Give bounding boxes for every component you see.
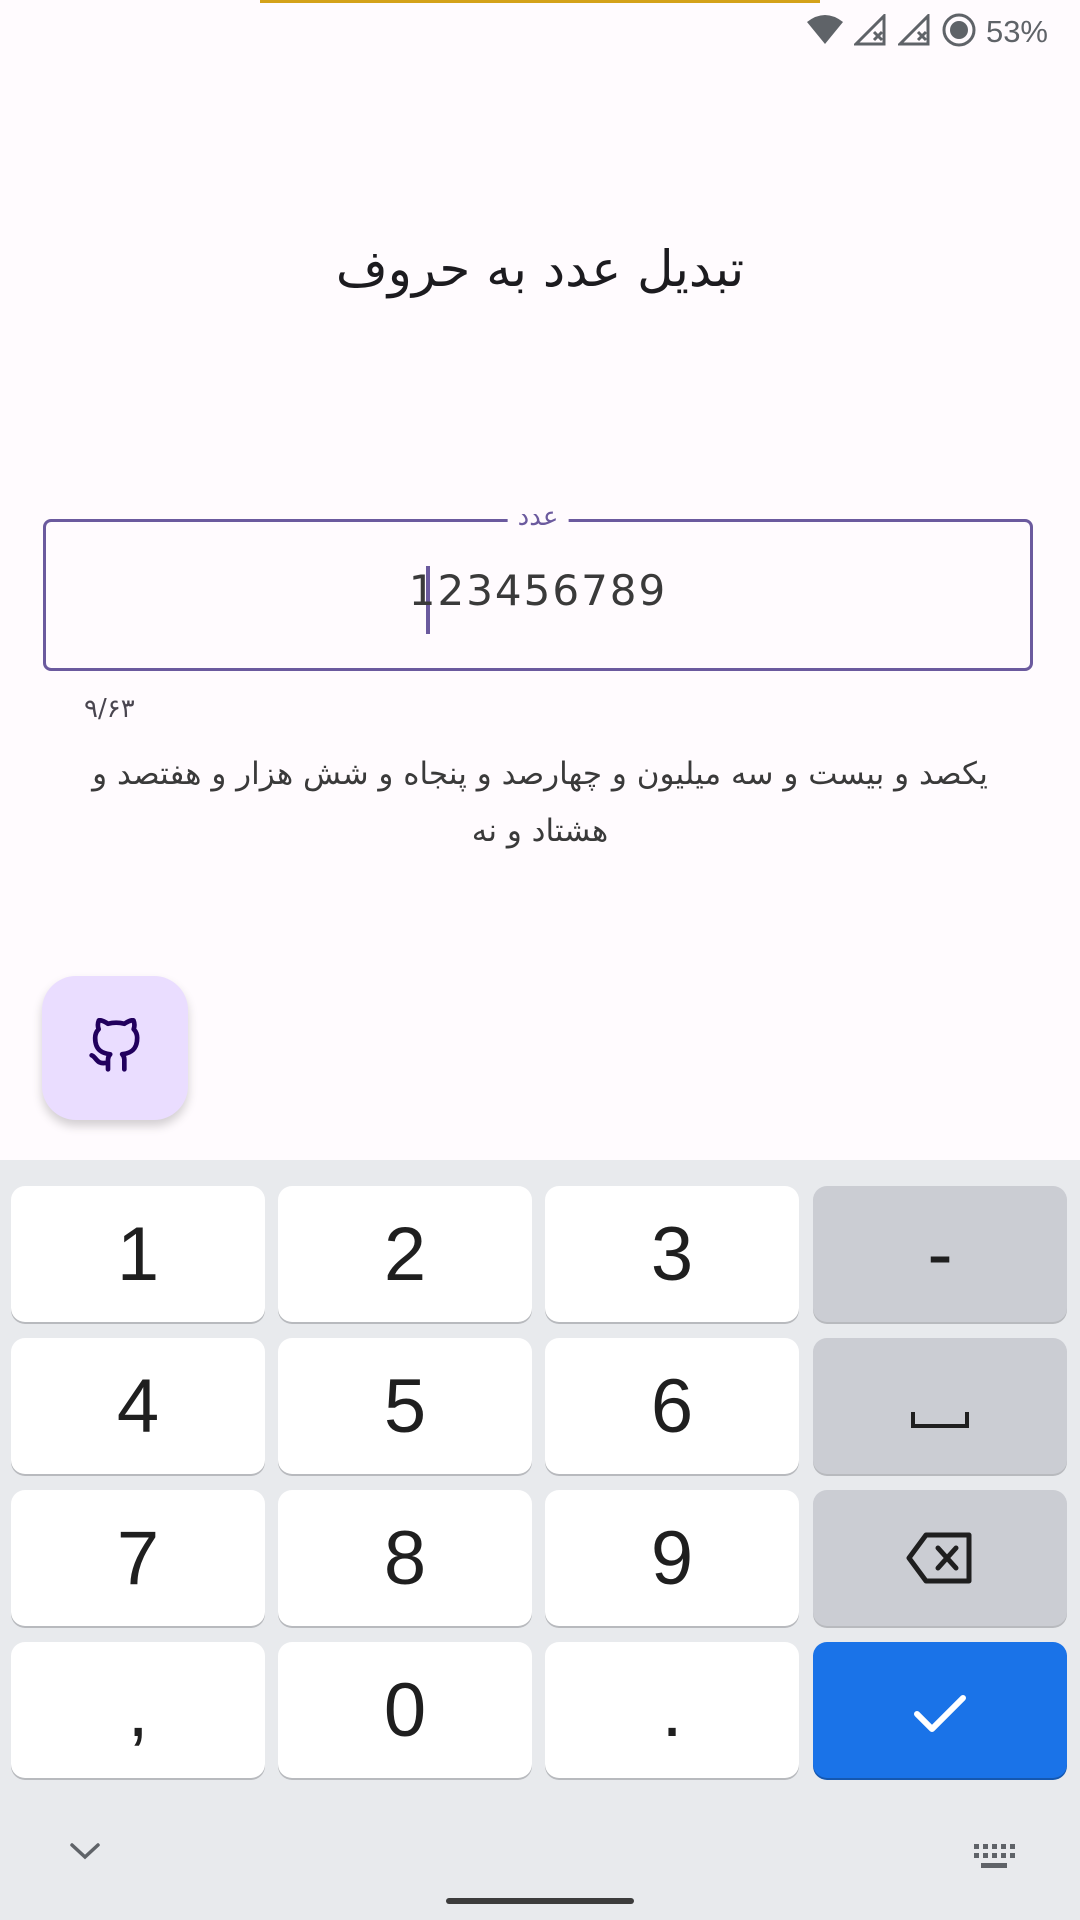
dnd-icon <box>942 13 976 51</box>
key-backspace[interactable] <box>813 1490 1067 1626</box>
github-icon <box>87 1017 143 1078</box>
backspace-icon <box>906 1515 974 1602</box>
top-accent-line <box>260 0 820 3</box>
number-field-label: عدد <box>507 502 569 532</box>
signal-off-icon <box>896 12 932 50</box>
key-2[interactable]: 2 <box>278 1186 532 1322</box>
key-6[interactable]: 6 <box>545 1338 799 1474</box>
key-period[interactable]: . <box>545 1642 799 1778</box>
key-4[interactable]: 4 <box>11 1338 265 1474</box>
wifi-icon <box>806 14 844 50</box>
keyboard-icon[interactable] <box>972 1842 1016 1874</box>
number-input-value[interactable]: 123456789 <box>46 566 1030 615</box>
character-counter: ۹/۶۳ <box>84 694 135 724</box>
signal-off-icon <box>852 12 888 50</box>
result-words-text: یکصد و بیست و سه میلیون و چهارصد و پنجاه… <box>92 756 988 849</box>
key-minus[interactable]: - <box>813 1186 1067 1322</box>
key-1[interactable]: 1 <box>11 1186 265 1322</box>
key-3[interactable]: 3 <box>545 1186 799 1322</box>
key-8[interactable]: 8 <box>278 1490 532 1626</box>
space-icon <box>910 1363 970 1450</box>
key-space[interactable] <box>813 1338 1067 1474</box>
page-title: تبدیل عدد به حروف <box>335 240 745 298</box>
chevron-down-icon[interactable] <box>68 1840 102 1866</box>
key-comma[interactable]: , <box>11 1642 265 1778</box>
number-input-field[interactable]: عدد 123456789 <box>43 502 1033 671</box>
numeric-keyboard: 1 2 3 - 4 5 6 7 8 9 , 0 . <box>0 1160 1080 1920</box>
key-9[interactable]: 9 <box>545 1490 799 1626</box>
gesture-nav-handle[interactable] <box>446 1898 634 1904</box>
status-bar: 53% <box>806 12 1048 52</box>
key-done[interactable] <box>813 1642 1067 1778</box>
key-5[interactable]: 5 <box>278 1338 532 1474</box>
key-7[interactable]: 7 <box>11 1490 265 1626</box>
check-icon <box>912 1667 968 1754</box>
battery-percentage: 53% <box>985 14 1048 49</box>
github-button[interactable] <box>42 976 188 1120</box>
key-0[interactable]: 0 <box>278 1642 532 1778</box>
